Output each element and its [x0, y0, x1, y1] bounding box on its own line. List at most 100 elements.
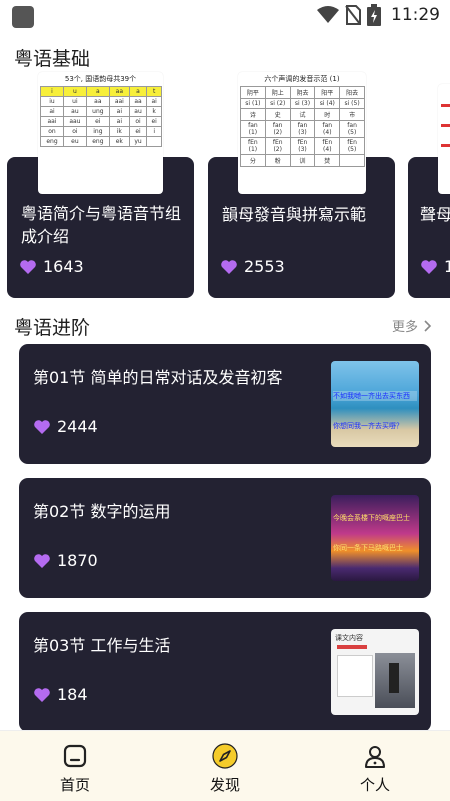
card-thumbnail: 六个声调的发音示范 (1) 阴平 阴上 阴去 阳平 阳去 si (1) si (…: [238, 72, 366, 194]
table-cell: fEn (4): [314, 137, 341, 155]
table-cell: [339, 154, 365, 167]
likes: 2444: [33, 417, 98, 436]
table-cell: [146, 136, 162, 147]
table-cell: fan (3): [289, 120, 316, 138]
likes-count: 184: [57, 685, 88, 704]
table-cell: a: [128, 86, 148, 97]
table-cell: aau: [63, 116, 87, 127]
table-cell: ing: [85, 126, 110, 137]
more-link[interactable]: 更多: [392, 316, 432, 335]
thumbnail-caption: 今晚会系楼下的嘅座巴士: [333, 514, 410, 522]
table-cell: ei: [128, 126, 148, 137]
nav-label: 个人: [359, 776, 390, 794]
heart-icon: [34, 419, 50, 434]
likes-count: 2553: [244, 257, 285, 276]
table-cell: k: [146, 106, 162, 117]
table-cell: 诗: [240, 108, 266, 121]
likes: 1870: [33, 551, 98, 570]
table-cell: si (2): [264, 98, 291, 109]
card-title: 韻母發音與拼寫示範: [222, 205, 367, 224]
lesson-thumbnail: 不如我哋一齐出去买东西 你想同我一齐去买嘢？: [331, 361, 419, 447]
card-title: 粤语简介与粤语音节组成介绍: [21, 204, 182, 246]
table-cell: 市: [339, 108, 365, 121]
table-cell: 粉: [264, 154, 291, 167]
table-cell: i: [40, 86, 64, 97]
thumbnail-heading: 53个, 国语韵母共39个: [64, 75, 137, 83]
table-cell: aai: [40, 116, 64, 127]
table-cell: au: [128, 106, 148, 117]
clock: 11:29: [391, 5, 440, 25]
tones-table: 阴平 阴上 阴去 阳平 阳去 si (1) si (2) si (3) si (…: [240, 86, 365, 167]
lesson-card[interactable]: 第02节 数字的运用 1870 今晚会系楼下的嘅座巴士 你同一条下马路嘅巴士: [19, 478, 431, 598]
table-cell: fEn (2): [264, 137, 291, 155]
bottom-nav: 首页 发现 个人: [0, 730, 450, 801]
likes: 184: [33, 685, 88, 704]
nav-profile[interactable]: 个人: [300, 731, 450, 801]
table-cell: i: [146, 126, 162, 137]
table-cell: fan (1): [240, 120, 266, 138]
table-cell: eu: [63, 136, 87, 147]
likes: 2553: [220, 257, 285, 276]
thumbnail-caption: 你同一条下马路嘅巴士: [333, 544, 403, 552]
lesson-thumbnail: 课文内容: [331, 629, 419, 715]
battery-icon: [367, 4, 381, 26]
basics-carousel[interactable]: 粤语简介与粤语音节组成介绍 1643 韻母發音與拼寫示範 2553 聲母 1 5…: [0, 70, 450, 305]
table-cell: fEn (3): [289, 137, 316, 155]
likes-count: 1643: [43, 257, 84, 276]
likes-count: 1: [444, 257, 450, 276]
table-cell: 阳去: [339, 86, 365, 99]
table-cell: iu: [40, 96, 64, 107]
table-cell: si (4): [314, 98, 341, 109]
table-cell: ek: [108, 136, 130, 147]
table-cell: eng: [40, 136, 64, 147]
table-cell: fan (5): [339, 120, 365, 138]
lesson-thumbnail: 今晚会系楼下的嘅座巴士 你同一条下马路嘅巴士: [331, 495, 419, 581]
table-cell: on: [40, 126, 64, 137]
card-thumbnail: [438, 84, 450, 194]
table-cell: fEn (5): [339, 137, 365, 155]
likes-count: 1870: [57, 551, 98, 570]
table-cell: oi: [63, 126, 87, 137]
more-label: 更多: [391, 320, 418, 335]
lesson-title: 第03节 工作与生活: [33, 636, 171, 655]
table-cell: 阴上: [264, 86, 291, 99]
status-bar: 11:29: [0, 0, 450, 30]
table-cell: si (5): [339, 98, 365, 109]
lesson-card[interactable]: 第03节 工作与生活 184 课文内容: [19, 612, 431, 732]
table-cell: ui: [63, 96, 87, 107]
table-cell: 焚: [314, 154, 341, 167]
compass-icon: [212, 743, 238, 769]
section-title-advanced: 粤语进阶: [14, 317, 91, 339]
table-cell: fEn (1): [240, 137, 266, 155]
table-cell: ai: [108, 116, 130, 127]
likes: 1643: [19, 257, 84, 276]
table-cell: 阴平: [240, 86, 266, 99]
table-cell: oi: [128, 116, 148, 127]
thumbnail-caption: 你想同我一齐去买嘢？: [333, 422, 403, 430]
app-notification-icon: [12, 6, 34, 28]
thumbnail-caption: 不如我哋一齐出去买东西: [333, 391, 417, 401]
lesson-title: 第01节 简单的日常对话及发音初客: [33, 368, 283, 387]
person-icon: [365, 746, 385, 768]
table-cell: ai: [108, 106, 130, 117]
section-title-basics: 粤语基础: [14, 48, 91, 70]
table-cell: 试: [289, 108, 316, 121]
vowel-table: i u a aa a t iu ui aa aai aa ai ai au un…: [40, 86, 162, 147]
table-cell: 训: [289, 154, 316, 167]
table-cell: fan (2): [264, 120, 291, 138]
nav-home[interactable]: 首页: [0, 731, 150, 801]
heart-icon: [20, 259, 36, 274]
table-cell: 阳平: [314, 86, 341, 99]
wifi-icon: [317, 6, 339, 23]
table-cell: ei: [146, 116, 162, 127]
lesson-card[interactable]: 第01节 简单的日常对话及发音初客 2444 不如我哋一齐出去买东西 你想同我一…: [19, 344, 431, 464]
heart-icon: [34, 553, 50, 568]
thumbnail-heading: 六个声调的发音示范 (1): [264, 75, 340, 83]
nav-discover[interactable]: 发现: [150, 731, 300, 801]
no-sim-icon: [345, 5, 361, 25]
table-cell: si (3): [289, 98, 316, 109]
card-title: 聲母: [420, 205, 450, 224]
lesson-title: 第02节 数字的运用: [33, 502, 171, 521]
table-cell: au: [63, 106, 87, 117]
home-icon: [63, 744, 87, 768]
